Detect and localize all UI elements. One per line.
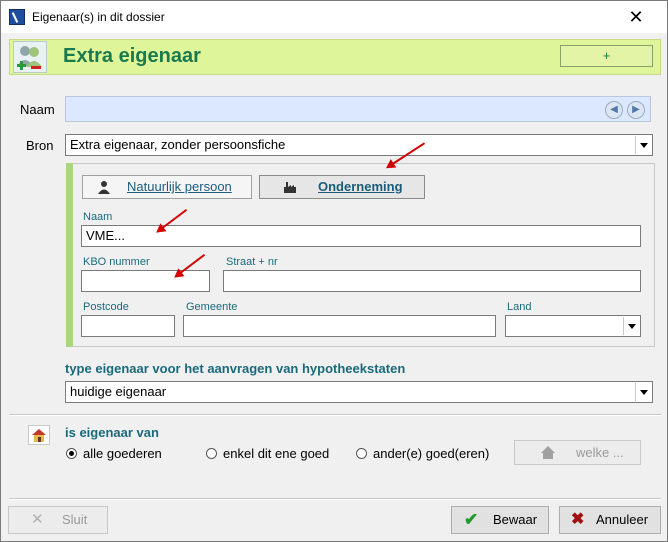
owners-icon — [13, 41, 47, 73]
company-naam-input[interactable]: VME... — [81, 225, 641, 247]
tab-natuurlijk-persoon[interactable]: Natuurlijk persoon — [82, 175, 252, 199]
house-icon — [28, 425, 50, 445]
factory-icon — [284, 182, 296, 193]
header-band: Extra eigenaar + — [9, 39, 661, 75]
welke-button[interactable]: welke ... — [514, 440, 641, 465]
company-naam-label: Naam — [83, 211, 113, 223]
welke-label: welke ... — [576, 445, 624, 460]
radio-alle-goederen[interactable] — [66, 448, 77, 459]
eigenaar-van-label: is eigenaar van — [65, 425, 159, 440]
gemeente-label: Gemeente — [186, 301, 238, 313]
window-title: Eigenaar(s) in dit dossier — [32, 10, 165, 24]
person-icon — [98, 181, 110, 194]
bron-select[interactable]: Extra eigenaar, zonder persoonsfiche — [65, 134, 653, 156]
radio-alle-goederen-label: alle goederen — [83, 446, 162, 461]
sluit-label: Sluit — [62, 512, 88, 527]
land-label: Land — [507, 301, 532, 313]
next-icon[interactable]: ▶ — [627, 101, 645, 119]
close-x-icon: ✕ — [31, 511, 44, 528]
naam-input[interactable]: ◀ ▶ — [65, 96, 651, 122]
tab-onderneming[interactable]: Onderneming — [259, 175, 425, 199]
footer-divider — [9, 498, 661, 500]
bron-value: Extra eigenaar, zonder persoonsfiche — [70, 137, 286, 152]
kbo-label: KBO nummer — [83, 256, 150, 268]
radio-andere-goederen-label: ander(e) goed(eren) — [373, 446, 490, 461]
dialog-window: Eigenaar(s) in dit dossier ✕ Extra eigen… — [0, 0, 668, 542]
straat-label: Straat + nr — [226, 256, 278, 268]
title-bar: Eigenaar(s) in dit dossier ✕ — [1, 1, 667, 33]
straat-input[interactable] — [223, 270, 641, 292]
radio-enkel-dit-goed-label: enkel dit ene goed — [223, 446, 330, 461]
kbo-input[interactable] — [81, 270, 210, 292]
annuleer-button[interactable]: ✖ Annuleer — [559, 506, 661, 534]
gemeente-input[interactable] — [183, 315, 496, 337]
land-select[interactable] — [505, 315, 641, 337]
add-owner-button[interactable]: + — [560, 45, 653, 67]
page-title: Extra eigenaar — [63, 45, 201, 67]
previous-icon[interactable]: ◀ — [605, 101, 623, 119]
tab-label-natuurlijk: Natuurlijk persoon — [127, 179, 232, 194]
close-button[interactable]: ✕ — [621, 5, 651, 29]
company-naam-value: VME... — [86, 228, 126, 243]
section-divider — [9, 414, 661, 416]
app-icon — [9, 9, 25, 25]
bewaar-label: Bewaar — [493, 512, 538, 527]
postcode-input[interactable] — [81, 315, 175, 337]
chevron-down-icon — [635, 136, 651, 154]
type-eigenaar-select[interactable]: huidige eigenaar — [65, 381, 653, 403]
type-eigenaar-label: type eigenaar voor het aanvragen van hyp… — [65, 361, 406, 376]
naam-label: Naam — [20, 102, 55, 117]
house-icon — [541, 446, 555, 459]
annuleer-label: Annuleer — [596, 512, 649, 527]
chevron-down-icon — [623, 317, 639, 335]
type-eigenaar-value: huidige eigenaar — [70, 384, 167, 399]
sluit-button[interactable]: ✕ Sluit — [8, 506, 108, 534]
tab-label-onderneming: Onderneming — [318, 179, 403, 194]
chevron-down-icon — [635, 383, 651, 401]
cancel-x-icon: ✖ — [571, 511, 585, 528]
checkmark-icon: ✔ — [464, 510, 479, 529]
postcode-label: Postcode — [83, 301, 129, 313]
radio-andere-goederen[interactable] — [356, 448, 367, 459]
radio-enkel-dit-goed[interactable] — [206, 448, 217, 459]
panel-accent-bar — [66, 163, 73, 347]
bron-label: Bron — [26, 138, 54, 153]
bewaar-button[interactable]: ✔ Bewaar — [451, 506, 549, 534]
